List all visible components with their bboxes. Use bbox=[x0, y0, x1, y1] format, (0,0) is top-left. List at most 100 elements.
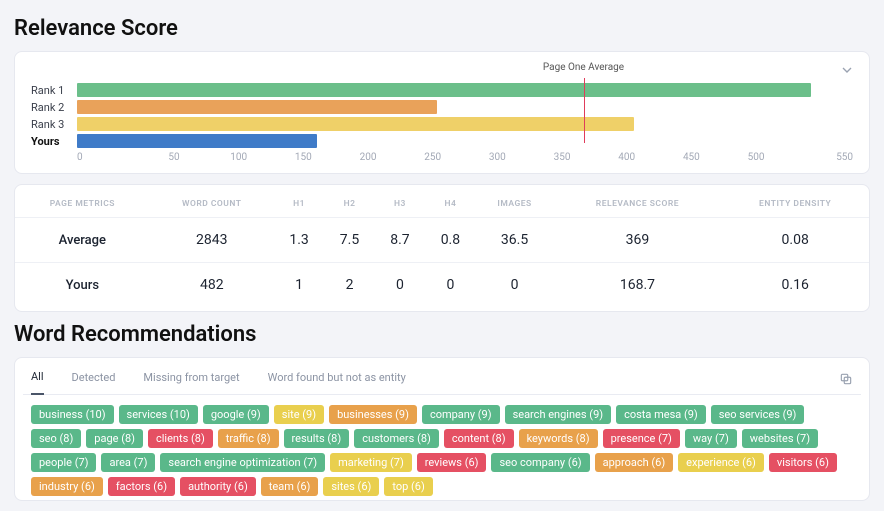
metrics-cell: 36.5 bbox=[476, 218, 554, 263]
tab-missing-from-target[interactable]: Missing from target bbox=[143, 371, 239, 394]
word-tag[interactable]: keywords (8) bbox=[519, 429, 598, 448]
word-tag[interactable]: top (6) bbox=[384, 477, 432, 496]
relevance-score-heading: Relevance Score bbox=[14, 16, 870, 41]
axis-tick: 100 bbox=[206, 152, 271, 163]
word-tag[interactable]: sites (6) bbox=[323, 477, 379, 496]
bar-area bbox=[77, 83, 853, 97]
axis-tick: 300 bbox=[465, 152, 530, 163]
metrics-header: H2 bbox=[324, 193, 374, 218]
word-tag-list: business (10) services (10) google (9) site… bbox=[31, 405, 853, 496]
metrics-cell: 1.3 bbox=[274, 218, 324, 263]
metrics-header: H3 bbox=[375, 193, 425, 218]
chart-row: Rank 2 bbox=[31, 100, 853, 114]
bar bbox=[77, 100, 437, 114]
table-row: Yours48212000168.70.16 bbox=[15, 263, 869, 308]
word-tag[interactable]: team (6) bbox=[261, 477, 319, 496]
word-tag[interactable]: site (9) bbox=[274, 405, 324, 424]
word-tag[interactable]: seo (8) bbox=[31, 429, 81, 448]
metrics-header: PAGE METRICS bbox=[15, 193, 150, 218]
chart-row: Rank 3 bbox=[31, 117, 853, 131]
word-tag[interactable]: presence (7) bbox=[603, 429, 680, 448]
metrics-cell: 482 bbox=[150, 263, 274, 308]
word-tag[interactable]: results (8) bbox=[284, 429, 350, 448]
metrics-row-label: Average bbox=[15, 218, 150, 263]
word-tag[interactable]: reviews (6) bbox=[417, 453, 487, 472]
tab-word-found-but-not-as-entity[interactable]: Word found but not as entity bbox=[268, 371, 406, 394]
axis-tick: 500 bbox=[724, 152, 789, 163]
relevance-chart-card: Page One Average Rank 1Rank 2Rank 3Yours… bbox=[14, 51, 870, 174]
word-tag[interactable]: way (7) bbox=[685, 429, 737, 448]
metrics-header: IMAGES bbox=[476, 193, 554, 218]
metrics-cell: 2843 bbox=[150, 218, 274, 263]
chart-row-label: Rank 1 bbox=[31, 84, 77, 97]
page-metrics-card: PAGE METRICSWORD COUNTH1H2H3H4IMAGESRELE… bbox=[14, 184, 870, 312]
word-recommendations-heading: Word Recommendations bbox=[14, 322, 870, 347]
word-tag[interactable]: traffic (8) bbox=[218, 429, 279, 448]
word-tag[interactable]: services (10) bbox=[119, 405, 198, 424]
axis-tick: 150 bbox=[271, 152, 336, 163]
metrics-cell: 8.7 bbox=[375, 218, 425, 263]
word-tag[interactable]: search engines (9) bbox=[505, 405, 612, 424]
axis-tick: 200 bbox=[336, 152, 401, 163]
word-tag[interactable]: search engine optimization (7) bbox=[160, 453, 325, 472]
word-tag[interactable]: experience (6) bbox=[678, 453, 764, 472]
word-tag[interactable]: people (7) bbox=[31, 453, 96, 472]
page-one-average-label: Page One Average bbox=[173, 62, 884, 73]
copy-icon[interactable] bbox=[839, 372, 853, 392]
word-tag[interactable]: google (9) bbox=[203, 405, 269, 424]
chart-row-label: Yours bbox=[31, 135, 77, 148]
word-tag[interactable]: websites (7) bbox=[742, 429, 818, 448]
axis-tick: 450 bbox=[659, 152, 724, 163]
axis-tick: 250 bbox=[400, 152, 465, 163]
word-tag[interactable]: visitors (6) bbox=[769, 453, 837, 472]
word-tag[interactable]: company (9) bbox=[422, 405, 500, 424]
metrics-cell: 0.16 bbox=[721, 263, 869, 308]
metrics-cell: 0.08 bbox=[721, 218, 869, 263]
word-tag[interactable]: marketing (7) bbox=[330, 453, 412, 472]
metrics-cell: 0 bbox=[425, 263, 475, 308]
word-tabs: All Detected Missing from target Word found… bbox=[23, 366, 861, 395]
metrics-cell: 369 bbox=[554, 218, 722, 263]
chart-row-label: Rank 2 bbox=[31, 101, 77, 114]
word-tag[interactable]: costa mesa (9) bbox=[616, 405, 706, 424]
word-tag[interactable]: page (8) bbox=[86, 429, 143, 448]
metrics-header: H4 bbox=[425, 193, 475, 218]
metrics-row-label: Yours bbox=[15, 263, 150, 308]
word-tag[interactable]: seo services (9) bbox=[711, 405, 805, 424]
word-recommendations-card: All Detected Missing from target Word found… bbox=[14, 357, 870, 501]
metrics-header: RELEVANCE SCORE bbox=[554, 193, 722, 218]
word-tag[interactable]: factors (6) bbox=[108, 477, 175, 496]
word-tag[interactable]: business (10) bbox=[31, 405, 114, 424]
word-tag[interactable]: authority (6) bbox=[180, 477, 256, 496]
metrics-header: ENTITY DENSITY bbox=[721, 193, 869, 218]
word-tag[interactable]: content (8) bbox=[444, 429, 514, 448]
word-tag[interactable]: clients (8) bbox=[148, 429, 213, 448]
metrics-cell: 0.8 bbox=[425, 218, 475, 263]
metrics-cell: 1 bbox=[274, 263, 324, 308]
metrics-header: WORD COUNT bbox=[150, 193, 274, 218]
metrics-header: H1 bbox=[274, 193, 324, 218]
axis-tick: 0 bbox=[77, 152, 142, 163]
axis-tick: 550 bbox=[788, 152, 853, 163]
page-metrics-table: PAGE METRICSWORD COUNTH1H2H3H4IMAGESRELE… bbox=[15, 193, 869, 307]
bar bbox=[77, 134, 317, 148]
bar bbox=[77, 83, 811, 97]
tab-all[interactable]: All bbox=[31, 370, 44, 395]
word-tag[interactable]: seo company (6) bbox=[491, 453, 589, 472]
word-tag[interactable]: area (7) bbox=[101, 453, 155, 472]
metrics-cell: 0 bbox=[375, 263, 425, 308]
word-tag[interactable]: businesses (9) bbox=[329, 405, 417, 424]
metrics-cell: 0 bbox=[476, 263, 554, 308]
axis-tick: 400 bbox=[594, 152, 659, 163]
relevance-bar-chart: Page One Average Rank 1Rank 2Rank 3Yours… bbox=[31, 64, 853, 163]
word-tag[interactable]: industry (6) bbox=[31, 477, 103, 496]
axis-tick: 50 bbox=[142, 152, 207, 163]
bar bbox=[77, 117, 634, 131]
word-tag[interactable]: customers (8) bbox=[354, 429, 439, 448]
tab-detected[interactable]: Detected bbox=[72, 371, 116, 394]
bar-area bbox=[77, 100, 853, 114]
x-axis: 050100150200250300350400450500550 bbox=[77, 152, 853, 163]
table-row: Average28431.37.58.70.836.53690.08 bbox=[15, 218, 869, 263]
metrics-cell: 168.7 bbox=[554, 263, 722, 308]
word-tag[interactable]: approach (6) bbox=[595, 453, 674, 472]
